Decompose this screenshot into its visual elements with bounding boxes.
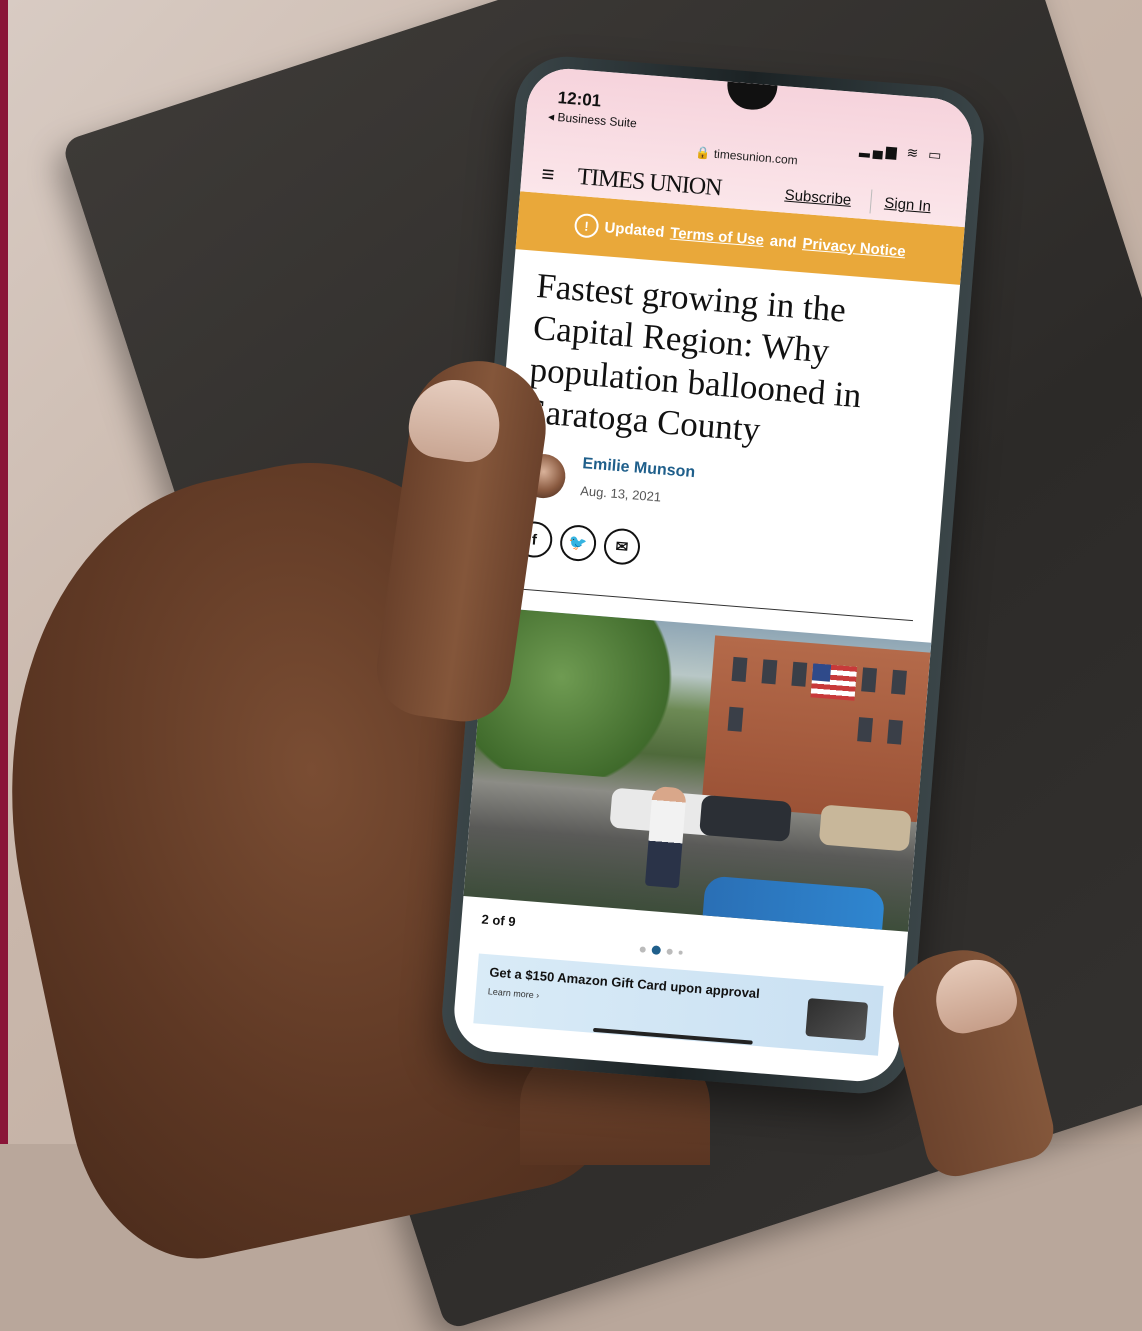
phone-screen: 12:01 ◂ Business Suite ▂▄▆ ≋ ▭ 🔒 timesun… [451, 65, 975, 1085]
building-window [727, 706, 744, 732]
twitter-icon[interactable]: 🐦 [558, 523, 598, 563]
publish-date: Aug. 13, 2021 [579, 483, 662, 505]
building-window [887, 719, 903, 745]
info-icon: ! [573, 212, 600, 239]
building-window [731, 656, 748, 682]
gallery-pagination[interactable] [639, 944, 683, 956]
privacy-notice-link[interactable]: Privacy Notice [802, 235, 906, 260]
notice-prefix: Updated [603, 218, 666, 241]
author-name-link[interactable]: Emilie Munson [582, 455, 696, 482]
building-window [861, 667, 878, 693]
email-icon[interactable]: ✉ [602, 527, 642, 566]
article-headline: Fastest growing in the Capital Region: W… [524, 265, 863, 450]
building-window [791, 661, 808, 687]
header-divider [869, 189, 873, 214]
gallery-count: 2 of 9 [481, 911, 517, 930]
building-window [891, 669, 907, 695]
notice-conj: and [769, 232, 798, 252]
pagination-dot[interactable] [666, 948, 673, 955]
site-logo[interactable]: TIMES UNION [576, 164, 722, 202]
american-flag [810, 663, 858, 701]
building-window [857, 717, 874, 743]
camera-notch [725, 81, 778, 112]
walking-person [644, 785, 687, 889]
pagination-dot-active[interactable] [651, 945, 662, 956]
menu-icon[interactable]: ≡ [541, 161, 556, 188]
credit-card-image [805, 998, 869, 1041]
pagination-dot[interactable] [678, 949, 683, 955]
tan-car [818, 804, 912, 852]
terms-of-use-link[interactable]: Terms of Use [670, 224, 765, 248]
ad-learn-more[interactable]: Learn more › [487, 986, 539, 1000]
building-window [761, 659, 778, 685]
black-truck [699, 794, 793, 842]
subscribe-link[interactable]: Subscribe [784, 187, 852, 209]
article-photo[interactable] [463, 606, 932, 932]
left-border-strip [0, 0, 8, 1144]
sign-in-link[interactable]: Sign In [884, 195, 932, 216]
pagination-dot[interactable] [639, 945, 647, 953]
back-to-app-link[interactable]: ◂ Business Suite [548, 109, 638, 130]
status-time: 12:01 [557, 88, 602, 111]
